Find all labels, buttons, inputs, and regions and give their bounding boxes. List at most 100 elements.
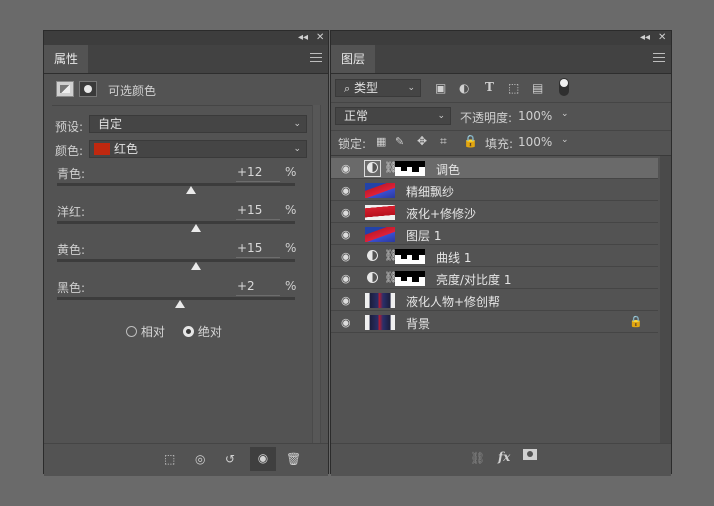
tab-properties[interactable]: 属性: [44, 45, 89, 73]
collapse-icon[interactable]: ◂◂: [640, 31, 650, 45]
lock-transparent-pixels-icon[interactable]: ▦: [376, 135, 386, 148]
tab-layers[interactable]: 图层: [331, 45, 376, 73]
layer-name[interactable]: 亮度/对比度 1: [436, 271, 512, 288]
panel-menu-icon[interactable]: [653, 53, 665, 63]
slider-value[interactable]: +12: [237, 165, 262, 179]
layer-row[interactable]: ◉ 背景 🔒: [331, 312, 658, 333]
close-icon[interactable]: ✕: [658, 31, 666, 45]
scrollbar[interactable]: [660, 156, 671, 443]
layer-name[interactable]: 图层 1: [406, 227, 441, 244]
visibility-eye-icon[interactable]: ◉: [341, 250, 351, 263]
fill-value[interactable]: 100%: [518, 135, 552, 149]
layer-name[interactable]: 背景: [406, 315, 430, 332]
trash-icon[interactable]: 🗑: [286, 452, 301, 466]
layer-name[interactable]: 液化人物+修创帮: [406, 293, 500, 310]
chevron-down-icon[interactable]: ⌄: [561, 135, 666, 145]
lock-image-pixels-icon[interactable]: ✎: [395, 135, 404, 148]
lock-artboard-icon[interactable]: ⌗: [440, 134, 447, 149]
slider-track[interactable]: [57, 221, 295, 224]
properties-footer: ⬚ ◎ ↺ ◉ 🗑: [44, 443, 328, 476]
slider-track[interactable]: [57, 183, 295, 186]
slider-thumb[interactable]: [175, 300, 185, 308]
clip-to-layer-icon[interactable]: ⬚: [164, 452, 175, 466]
preset-label: 预设:: [55, 120, 84, 134]
layer-name[interactable]: 液化+修修沙: [406, 205, 476, 222]
layer-mask-thumbnail[interactable]: [395, 271, 425, 286]
fx-icon[interactable]: fx: [498, 450, 510, 464]
colors-value: 红色: [114, 142, 139, 156]
visibility-eye-icon[interactable]: ◉: [341, 294, 351, 307]
layer-mask-thumbnail[interactable]: [395, 249, 425, 264]
radio-circle: [126, 326, 137, 337]
slider-value[interactable]: +15: [237, 241, 262, 255]
layer-name[interactable]: 调色: [436, 161, 460, 178]
slider-value[interactable]: +15: [237, 203, 262, 217]
visibility-eye-icon[interactable]: ◉: [341, 316, 351, 329]
fill-label: 填充:: [485, 137, 514, 151]
filter-shape-icon[interactable]: ⬚: [508, 81, 519, 95]
visibility-eye-icon[interactable]: ◉: [341, 162, 351, 175]
close-icon[interactable]: ✕: [316, 31, 324, 45]
layer-filter-dropdown[interactable]: ⌕ 类型 ⌄: [335, 79, 421, 97]
layer-mask-thumbnail[interactable]: [395, 161, 425, 176]
scrollbar-thumb[interactable]: [313, 105, 320, 443]
opacity-value[interactable]: 100%: [518, 109, 552, 123]
visibility-eye-icon[interactable]: ◉: [341, 184, 351, 197]
layer-row[interactable]: ◉ ⛓ 曲线 1: [331, 246, 658, 267]
chevron-down-icon[interactable]: ⌄: [561, 109, 666, 119]
layer-thumbnail: [365, 205, 395, 220]
layer-row[interactable]: ◉ 精细飘纱: [331, 180, 658, 201]
collapse-icon[interactable]: ◂◂: [298, 31, 308, 45]
header-divider: [52, 105, 320, 106]
blend-mode-dropdown[interactable]: 正常 ⌄: [335, 107, 451, 125]
filter-pixel-icon[interactable]: ▣: [435, 81, 446, 95]
visibility-eye-icon[interactable]: ◉: [250, 447, 276, 471]
reset-icon[interactable]: ↺: [225, 452, 235, 466]
opacity-label: 不透明度:: [460, 111, 513, 125]
layer-row[interactable]: ◉ 图层 1: [331, 224, 658, 245]
slider-thumb[interactable]: [186, 186, 196, 194]
value-underline: [236, 295, 280, 296]
slider-unit: %: [285, 203, 297, 217]
layer-row[interactable]: ◉ 液化人物+修创帮: [331, 290, 658, 311]
slider-unit: %: [285, 241, 297, 255]
filter-type-icon[interactable]: T: [485, 80, 494, 94]
visibility-eye-icon[interactable]: ◉: [341, 272, 351, 285]
layer-row[interactable]: ◉ 液化+修修沙: [331, 202, 658, 223]
preset-dropdown[interactable]: 自定 ⌄: [89, 115, 307, 133]
slider-thumb[interactable]: [191, 224, 201, 232]
colors-dropdown[interactable]: 红色 ⌄: [89, 140, 307, 158]
layers-list: ◉ ⛓ 调色 ◉ 精细飘纱 ◉ 液化+修修沙 ◉ 图层 1 ◉ ⛓ 曲线 1 ◉…: [331, 158, 658, 344]
slider-value[interactable]: +2: [237, 279, 255, 293]
add-mask-icon[interactable]: [523, 449, 537, 460]
slider-thumb[interactable]: [191, 262, 201, 270]
layer-name[interactable]: 曲线 1: [436, 249, 471, 266]
mask-icon[interactable]: [79, 81, 97, 97]
layer-name[interactable]: 精细飘纱: [406, 183, 454, 200]
slider-track[interactable]: [57, 259, 295, 262]
preset-value: 自定: [98, 117, 123, 131]
link-layers-icon[interactable]: ⛓: [470, 451, 485, 465]
panel-menu-icon[interactable]: [310, 53, 322, 63]
layers-panel: ◂◂ ✕ 图层 ⌕ 类型 ⌄ ▣ ◐ T ⬚ ▤ 正常 ⌄ 不透明度: 100%…: [330, 30, 672, 476]
lock-all-icon[interactable]: 🔒: [463, 134, 478, 148]
blend-mode-value: 正常: [344, 109, 369, 123]
panel-title: 可选颜色: [108, 84, 157, 98]
value-underline: [236, 219, 280, 220]
filter-adjustment-icon[interactable]: ◐: [459, 81, 469, 95]
radio-absolute[interactable]: 绝对: [183, 323, 222, 340]
chevron-down-icon: ⌄: [407, 83, 415, 93]
layers-footer: ⛓ fx: [331, 443, 671, 476]
scrollbar[interactable]: [312, 105, 321, 443]
layer-row[interactable]: ◉ ⛓ 亮度/对比度 1: [331, 268, 658, 289]
lock-position-icon[interactable]: ✥: [417, 134, 427, 148]
value-underline: [236, 181, 280, 182]
filter-smart-object-icon[interactable]: ▤: [532, 81, 543, 95]
visibility-eye-icon[interactable]: ◉: [341, 228, 351, 241]
layer-row[interactable]: ◉ ⛓ 调色: [331, 158, 658, 179]
visibility-eye-icon[interactable]: ◉: [341, 206, 351, 219]
divider: [331, 130, 671, 131]
view-previous-icon[interactable]: ◎: [195, 452, 205, 466]
radio-relative[interactable]: 相对: [126, 323, 165, 340]
filter-toggle-icon[interactable]: [559, 78, 569, 96]
